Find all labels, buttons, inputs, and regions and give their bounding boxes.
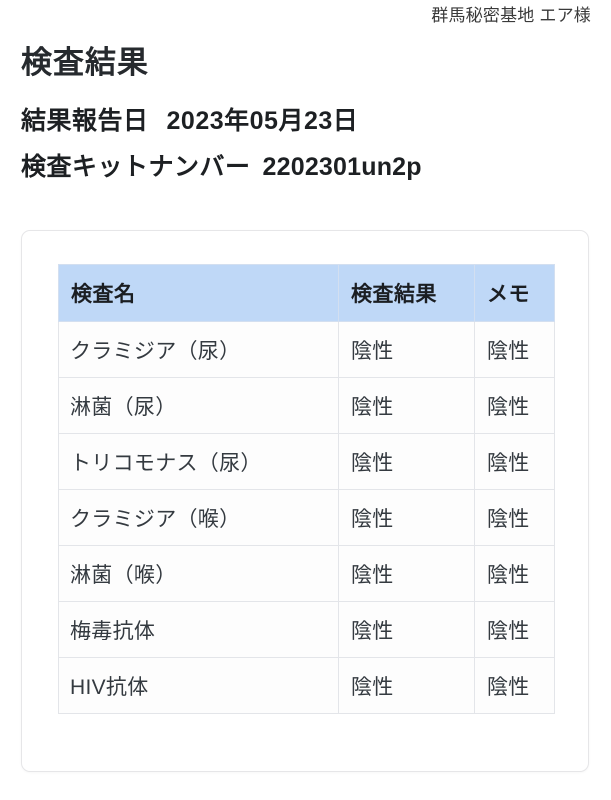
column-header-test-result: 検査結果 [338,264,475,322]
table-row: 淋菌（喉） 陰性 陰性 [58,545,555,602]
test-results-page: 群馬秘密基地 エア様 検査結果 結果報告日 2023年05月23日 検査キットナ… [0,0,611,800]
results-table-body: クラミジア（尿） 陰性 陰性 淋菌（尿） 陰性 陰性 トリコモナス（尿） 陰性 陰性 クラミジア（… [58,321,555,714]
table-row: HIV抗体 陰性 陰性 [58,657,555,714]
column-header-test-name: 検査名 [58,264,339,322]
table-header-row: 検査名 検査結果 メモ [58,264,555,322]
table-row: 淋菌（尿） 陰性 陰性 [58,377,555,434]
cell-test-result: 陰性 [338,321,475,378]
report-date-row: 結果報告日 2023年05月23日 [21,98,611,144]
account-name: 群馬秘密基地 エア様 [431,6,591,25]
results-table: 検査名 検査結果 メモ クラミジア（尿） 陰性 陰性 淋菌（尿） 陰性 陰性 トリコモナス（… [58,264,555,714]
table-row: トリコモナス（尿） 陰性 陰性 [58,433,555,490]
table-row: クラミジア（喉） 陰性 陰性 [58,489,555,546]
table-row: 梅毒抗体 陰性 陰性 [58,601,555,658]
cell-memo: 陰性 [474,545,555,602]
results-table-head: 検査名 検査結果 メモ [58,264,555,322]
cell-test-name: HIV抗体 [58,657,339,714]
cell-test-name: 淋菌（喉） [58,545,339,602]
kit-number-value: 2202301un2p [262,153,422,181]
cell-memo: 陰性 [474,601,555,658]
cell-test-result: 陰性 [338,601,475,658]
cell-test-result: 陰性 [338,489,475,546]
cell-test-result: 陰性 [338,433,475,490]
table-row: クラミジア（尿） 陰性 陰性 [58,321,555,378]
kit-number-label: 検査キットナンバー [21,153,251,181]
account-bar: 群馬秘密基地 エア様 [0,0,611,34]
cell-test-name: 梅毒抗体 [58,601,339,658]
cell-memo: 陰性 [474,433,555,490]
report-meta: 結果報告日 2023年05月23日 検査キットナンバー 2202301un2p [21,98,611,190]
cell-memo: 陰性 [474,657,555,714]
cell-test-name: トリコモナス（尿） [58,433,339,490]
page-title: 検査結果 [21,45,149,80]
cell-test-result: 陰性 [338,657,475,714]
column-header-memo: メモ [474,264,555,322]
report-date-label: 結果報告日 [21,107,149,135]
cell-test-name: 淋菌（尿） [58,377,339,434]
cell-test-result: 陰性 [338,545,475,602]
cell-memo: 陰性 [474,377,555,434]
cell-memo: 陰性 [474,489,555,546]
results-card: 検査名 検査結果 メモ クラミジア（尿） 陰性 陰性 淋菌（尿） 陰性 陰性 トリコモナス（… [21,230,589,772]
cell-test-result: 陰性 [338,377,475,434]
cell-test-name: クラミジア（喉） [58,489,339,546]
report-date-value: 2023年05月23日 [166,107,359,135]
cell-memo: 陰性 [474,321,555,378]
cell-test-name: クラミジア（尿） [58,321,339,378]
kit-number-row: 検査キットナンバー 2202301un2p [21,144,611,190]
